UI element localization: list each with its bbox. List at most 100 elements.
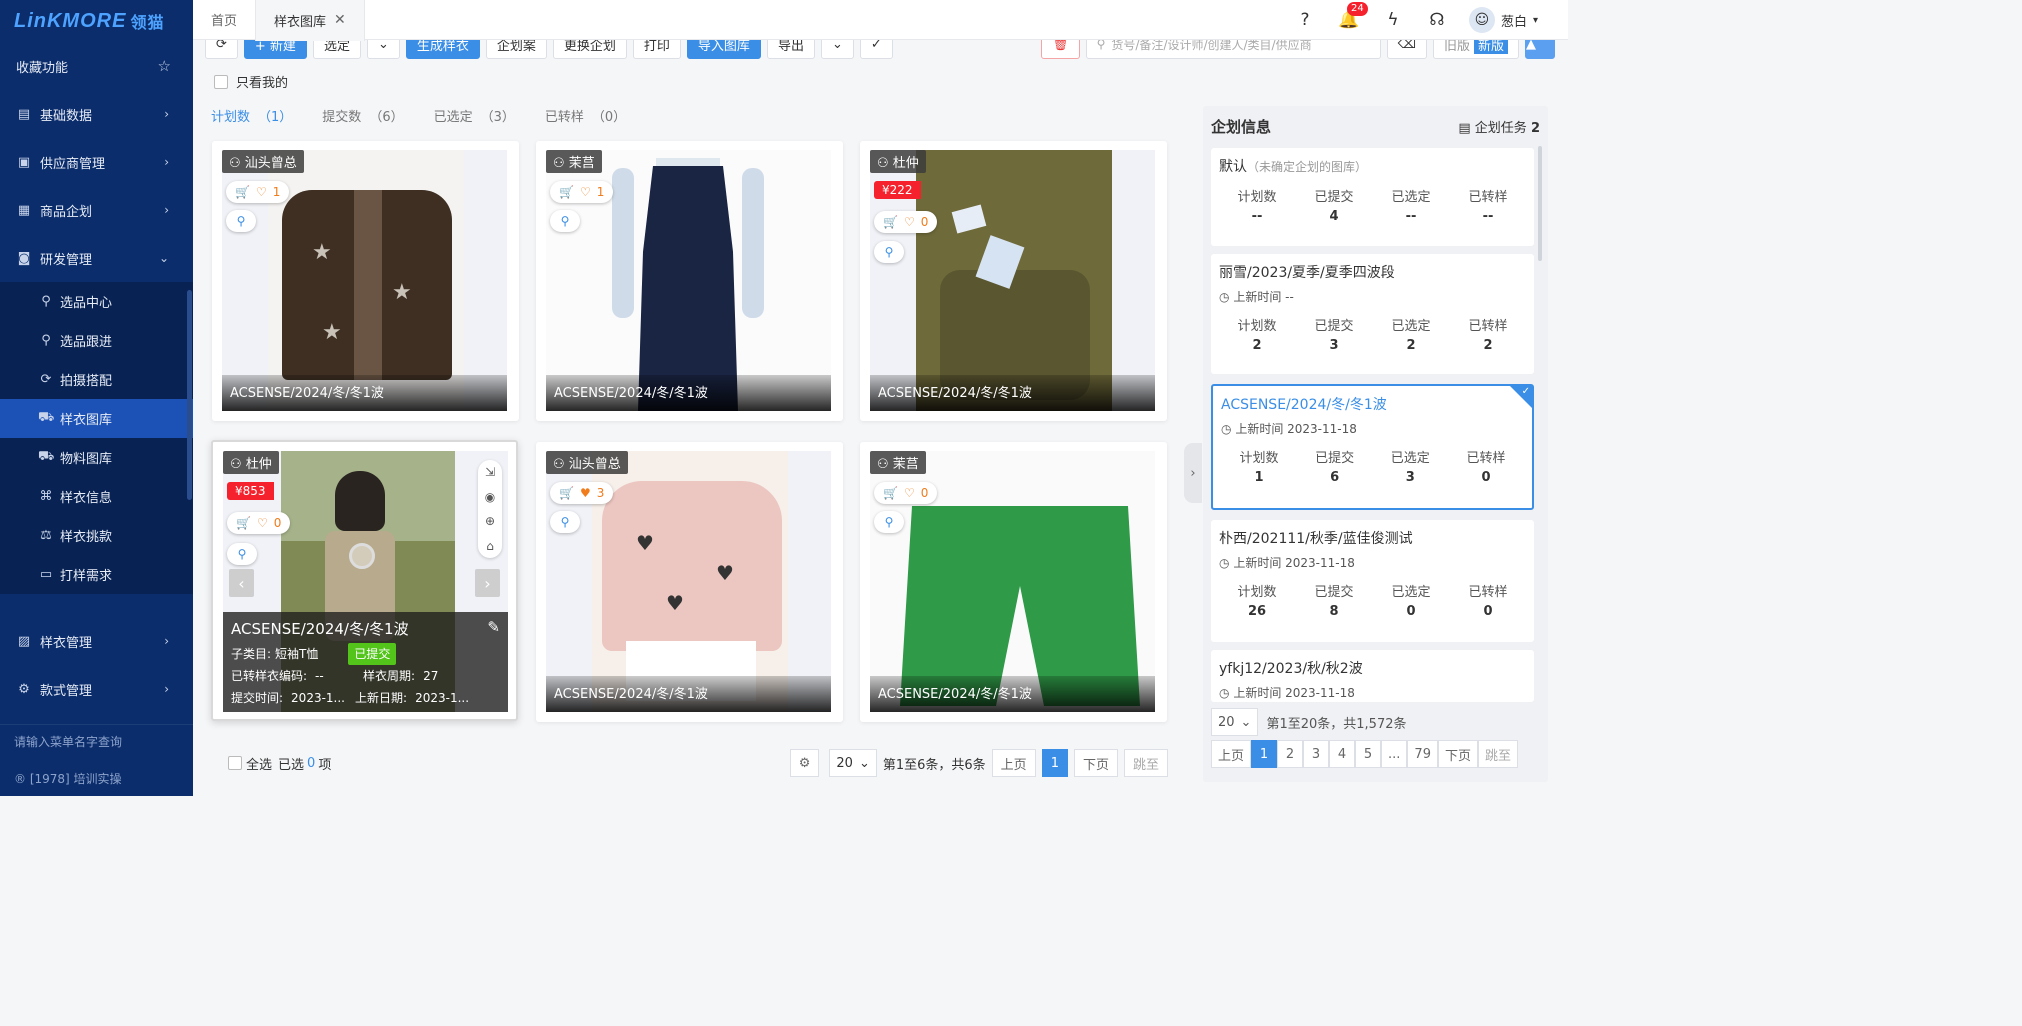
sidebar-item-proofing[interactable]: ▭ 打样需求 bbox=[0, 555, 193, 594]
panel-page-button[interactable]: 2 bbox=[1277, 740, 1304, 768]
sidebar-item-rd[interactable]: ◙ 研发管理 ⌄ bbox=[0, 234, 193, 282]
panel-page-size-select[interactable]: 20 ⌄ bbox=[1211, 708, 1259, 736]
plan-card[interactable]: 朴西/202111/秋季/蓝佳俊测试 ◷ 上新时间 2023-11-18 计划数… bbox=[1211, 520, 1534, 642]
cart-fav-pill[interactable]: 🛒 ♡ 0 bbox=[874, 482, 938, 504]
panel-ellipsis[interactable]: ... bbox=[1381, 740, 1408, 768]
bell-icon[interactable]: 🔔 24 bbox=[1337, 2, 1368, 32]
cart-icon[interactable]: 🛒 bbox=[559, 185, 574, 199]
favorites-item[interactable]: 收藏功能 ☆ bbox=[0, 42, 193, 90]
sample-icon[interactable]: ⚲ bbox=[226, 210, 256, 232]
sample-icon[interactable]: ⚲ bbox=[227, 543, 257, 565]
sidebar-item-style-mgmt[interactable]: ⚙ 款式管理 › bbox=[0, 665, 193, 713]
cart-fav-pill[interactable]: 🛒 ♡ 0 bbox=[227, 512, 291, 534]
sidebar-item-material-gallery[interactable]: ⛟ 物料图库 bbox=[0, 438, 193, 477]
cart-icon[interactable]: 🛒 bbox=[883, 215, 898, 229]
heart-icon[interactable]: ♡ bbox=[580, 185, 591, 199]
panel-next-button[interactable]: 下页 bbox=[1437, 740, 1478, 768]
cart-icon[interactable]: 🛒 bbox=[235, 185, 250, 199]
sidebar-item-product-plan[interactable]: ▦ 商品企划 › bbox=[0, 186, 193, 234]
cart-icon[interactable]: 🛒 bbox=[236, 516, 251, 530]
prev-page-button[interactable]: 上页 bbox=[991, 749, 1036, 777]
panel-page-button[interactable]: 4 bbox=[1329, 740, 1356, 768]
tab-selected-count[interactable]: 已选定 （3） bbox=[434, 106, 515, 125]
sample-icon[interactable]: ⚲ bbox=[550, 511, 580, 533]
sidebar-item-basic-data[interactable]: ▤ 基础数据 › bbox=[0, 90, 193, 138]
heart-icon[interactable]: ♡ bbox=[904, 215, 915, 229]
cart-fav-pill[interactable]: 🛒 ♥ 3 bbox=[550, 482, 614, 504]
close-icon[interactable]: ✕ bbox=[334, 12, 346, 28]
menu-search-input[interactable]: 请输入菜单名字查询 bbox=[0, 724, 193, 758]
headset-icon[interactable]: ☊ bbox=[1425, 8, 1449, 32]
cart-fav-pill[interactable]: 🛒 ♡ 0 bbox=[874, 211, 938, 233]
tab-converted-count[interactable]: 已转样 （0） bbox=[545, 106, 626, 125]
sidebar-item-sample-gallery[interactable]: ⛟ 样衣图库 bbox=[0, 399, 193, 438]
settings-button[interactable]: ⚙ bbox=[789, 749, 820, 777]
heart-icon[interactable]: ♡ bbox=[256, 185, 267, 199]
tab-submit-count[interactable]: 提交数 （6） bbox=[322, 106, 403, 125]
card-caption: ACSENSE/2024/冬/冬1波 bbox=[546, 375, 831, 411]
edit-icon[interactable]: ✎ bbox=[487, 618, 500, 639]
panel-page-button[interactable]: 5 bbox=[1355, 740, 1382, 768]
sample-card[interactable]: ⚇ 茉莒 🛒 ♡ 1 ⚲ ACSENSE/2024/冬/冬1波 bbox=[536, 141, 843, 421]
prev-image-arrow[interactable]: ‹ bbox=[229, 569, 254, 597]
sample-card[interactable]: ⚇ 茉莒 🛒 ♡ 0 ⚲ ACSENSE/2024/冬/冬1波 bbox=[860, 442, 1167, 722]
panel-page-button[interactable]: 1 bbox=[1251, 740, 1278, 768]
panel-collapse-handle[interactable]: › bbox=[1184, 443, 1202, 503]
user-menu[interactable]: ☺ 葱白 ▾ bbox=[1468, 7, 1538, 33]
plan-task-link[interactable]: ▤ 企划任务 2 bbox=[1458, 117, 1540, 136]
eye-icon[interactable]: ◉ bbox=[485, 490, 495, 504]
plan-card[interactable]: yfkj12/2023/秋/秋2波 ◷ 上新时间 2023-11-18 bbox=[1211, 650, 1534, 702]
tag-icon[interactable]: ⌂ bbox=[486, 539, 494, 553]
help-icon[interactable]: ? bbox=[1293, 8, 1317, 32]
sample-card[interactable]: ★ ★ ★ ⚇ 汕头曾总 🛒 ♡ 1 ⚲ ACSENSE/2024/冬/冬1波 bbox=[212, 141, 519, 421]
page-1-button[interactable]: 1 bbox=[1041, 749, 1068, 777]
tab-plan-count[interactable]: 计划数 （1） bbox=[211, 106, 292, 125]
heart-icon[interactable]: ♡ bbox=[904, 486, 915, 500]
sidebar-item-selection-follow[interactable]: ⚲ 选品跟进 bbox=[0, 321, 193, 360]
tab-sample-gallery[interactable]: 样衣图库 ✕ bbox=[255, 0, 365, 41]
sample-icon[interactable]: ⚲ bbox=[550, 210, 580, 232]
cart-fav-pill[interactable]: 🛒 ♡ 1 bbox=[226, 181, 290, 203]
login-icon[interactable]: ⇲ bbox=[485, 465, 495, 479]
top-bar: 首页 样衣图库 ✕ ? 🔔 24 ϟ ☊ ☺ 葱白 ▾ bbox=[193, 0, 1568, 41]
plan-card-selected[interactable]: ✓ ACSENSE/2024/冬/冬1波 ◷ 上新时间 2023-11-18 计… bbox=[1211, 384, 1534, 510]
cart-icon[interactable]: 🛒 bbox=[559, 486, 574, 500]
sample-card-hovered[interactable]: ⚇ 杜仲 ¥853 🛒 ♡ 0 ⚲ ⇲ ◉ ⊕ ⌂ ‹ › ACSENSE/2024… bbox=[211, 440, 518, 721]
jump-input[interactable]: 跳至 bbox=[1123, 749, 1168, 777]
checkbox[interactable] bbox=[214, 74, 228, 89]
star-icon[interactable]: ☆ bbox=[158, 57, 171, 75]
select-all-checkbox[interactable] bbox=[228, 756, 242, 770]
sample-icon[interactable]: ⚲ bbox=[874, 241, 904, 263]
sidebar-item-sample-mgmt[interactable]: ▨ 样衣管理 › bbox=[0, 617, 193, 665]
search-icon: ⚲ bbox=[41, 294, 51, 309]
sidebar-item-supplier[interactable]: ▣ 供应商管理 › bbox=[0, 138, 193, 186]
panel-jump-input[interactable]: 跳至 bbox=[1477, 740, 1518, 768]
panel-page-button[interactable]: 3 bbox=[1303, 740, 1330, 768]
page-size-select[interactable]: 20 ⌄ bbox=[829, 749, 877, 777]
logo[interactable]: LinKMORE 领猫 bbox=[0, 0, 193, 42]
zoom-icon[interactable]: ⊕ bbox=[485, 514, 495, 528]
panel-page-button[interactable]: 79 bbox=[1407, 740, 1438, 768]
lightning-icon[interactable]: ϟ bbox=[1381, 8, 1405, 32]
sidebar-scrollbar[interactable] bbox=[187, 290, 192, 500]
plan-card[interactable]: 默认（未确定企划的图库） 计划数 -- 已提交 4 已选定 -- 已转样 -- bbox=[1211, 148, 1534, 246]
sidebar-item-selection-center[interactable]: ⚲ 选品中心 bbox=[0, 282, 193, 321]
heart-icon[interactable]: ♥ bbox=[580, 486, 591, 500]
cart-icon[interactable]: 🛒 bbox=[883, 486, 898, 500]
next-image-arrow[interactable]: › bbox=[475, 569, 500, 597]
sample-icon[interactable]: ⚲ bbox=[874, 511, 904, 533]
panel-scrollbar[interactable] bbox=[1538, 146, 1542, 261]
sample-card[interactable]: ⚇ 杜仲 ¥222 🛒 ♡ 0 ⚲ ACSENSE/2024/冬/冬1波 bbox=[860, 141, 1167, 421]
cart-fav-pill[interactable]: 🛒 ♡ 1 bbox=[550, 181, 614, 203]
sample-card[interactable]: ♥ ♥ ♥ ⚇ 汕头曾总 🛒 ♥ 3 ⚲ ACSENSE/2024/冬/冬1波 bbox=[536, 442, 843, 722]
panel-page-info: 20 ⌄ 第1至20条，共1,572条 bbox=[1211, 708, 1406, 736]
only-mine-checkbox[interactable]: 只看我的 bbox=[214, 72, 288, 91]
heart-icon[interactable]: ♡ bbox=[257, 516, 268, 530]
next-page-button[interactable]: 下页 bbox=[1073, 749, 1118, 777]
plan-card[interactable]: 丽雪/2023/夏季/夏季四波段 ◷ 上新时间 -- 计划数 2 已提交 3 已选定… bbox=[1211, 254, 1534, 374]
tab-home[interactable]: 首页 bbox=[193, 0, 255, 40]
panel-prev-button[interactable]: 上页 bbox=[1211, 740, 1252, 768]
sidebar-item-shoot-match[interactable]: ⟳ 拍摄搭配 bbox=[0, 360, 193, 399]
sidebar-item-sample-info[interactable]: ⌘ 样衣信息 bbox=[0, 477, 193, 516]
sidebar-item-sample-pick[interactable]: ⚖ 样衣挑款 bbox=[0, 516, 193, 555]
